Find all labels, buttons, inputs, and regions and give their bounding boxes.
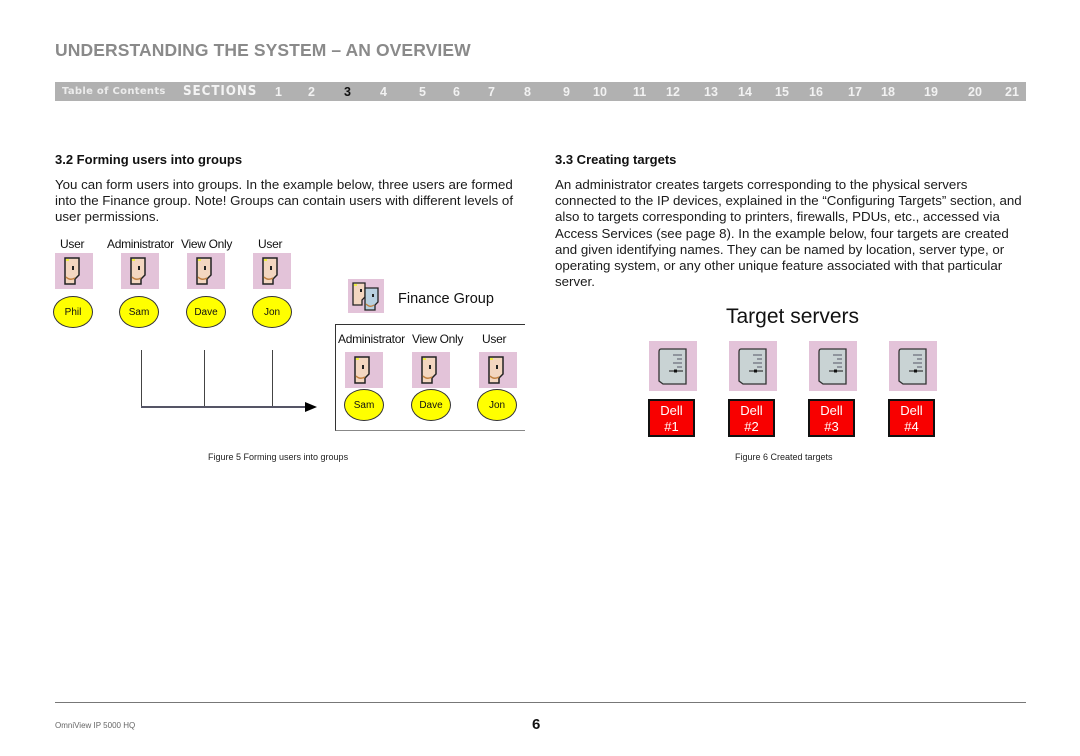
target-label-dell-2: Dell #2 [728, 399, 775, 437]
role-label: View Only [412, 332, 464, 346]
user-name: Sam [128, 306, 150, 318]
user-name: Jon [488, 399, 506, 411]
section-link-17[interactable]: 17 [848, 82, 862, 101]
role-label: User [60, 237, 85, 251]
section-link-12[interactable]: 12 [666, 82, 680, 101]
table-of-contents-link[interactable]: Table of Contents [62, 82, 166, 101]
section-link-9[interactable]: 9 [563, 82, 570, 101]
server-icon [729, 341, 777, 391]
target-label-dell-1: Dell #1 [648, 399, 695, 437]
user-face-icon [55, 253, 93, 289]
role-label: User [482, 332, 507, 346]
group-title: Finance Group [398, 291, 494, 307]
section-link-3[interactable]: 3 [344, 82, 351, 101]
section-link-7[interactable]: 7 [488, 82, 495, 101]
role-label: User [258, 237, 283, 251]
section-link-20[interactable]: 20 [968, 82, 982, 101]
connector-line [204, 350, 205, 407]
section-link-13[interactable]: 13 [704, 82, 718, 101]
group-member-circle-dave: Dave [411, 389, 451, 421]
arrow-head-icon [305, 402, 317, 412]
user-face-icon [253, 253, 291, 289]
footer-product-name: OmniView IP 5000 HQ [55, 721, 136, 730]
user-circle-sam: Sam [119, 296, 159, 328]
section-link-5[interactable]: 5 [419, 82, 426, 101]
server-icon [809, 341, 857, 391]
user-circle-jon: Jon [252, 296, 292, 328]
connector-line [141, 350, 142, 407]
section-heading-3-3: 3.3 Creating targets [555, 152, 677, 167]
user-face-icon [479, 352, 517, 388]
section-link-2[interactable]: 2 [308, 82, 315, 101]
section-heading-3-2: 3.2 Forming users into groups [55, 152, 243, 167]
page-number: 6 [532, 716, 541, 733]
section-link-18[interactable]: 18 [881, 82, 895, 101]
section-link-8[interactable]: 8 [524, 82, 531, 101]
user-name: Dave [419, 399, 443, 411]
target-name: Dell [820, 403, 843, 418]
page-title: UNDERSTANDING THE SYSTEM – AN OVERVIEW [55, 40, 471, 60]
target-number: #4 [904, 419, 919, 434]
section-link-4[interactable]: 4 [380, 82, 387, 101]
connector-line [272, 350, 273, 407]
section-body-3-3: An administrator creates targets corresp… [555, 177, 1022, 290]
connector-line [141, 406, 309, 408]
section-link-14[interactable]: 14 [738, 82, 752, 101]
target-name: Dell [900, 403, 923, 418]
section-link-16[interactable]: 16 [809, 82, 823, 101]
user-name: Phil [64, 306, 82, 318]
user-name: Dave [194, 306, 218, 318]
target-number: #3 [824, 419, 839, 434]
section-link-21[interactable]: 21 [1005, 82, 1019, 101]
target-name: Dell [660, 403, 683, 418]
section-link-11[interactable]: 11 [633, 82, 646, 101]
section-body-3-2: You can form users into groups. In the e… [55, 177, 514, 225]
target-name: Dell [740, 403, 763, 418]
user-face-icon [345, 352, 383, 388]
group-member-circle-sam: Sam [344, 389, 384, 421]
server-icon [649, 341, 697, 391]
section-link-6[interactable]: 6 [453, 82, 460, 101]
user-face-icon [412, 352, 450, 388]
server-icon [889, 341, 937, 391]
section-link-15[interactable]: 15 [775, 82, 789, 101]
role-label: Administrator [338, 332, 405, 346]
user-face-icon [187, 253, 225, 289]
figure-5-caption: Figure 5 Forming users into groups [208, 452, 349, 462]
sections-label: SECTIONS [183, 84, 258, 99]
user-name: Jon [263, 306, 281, 318]
group-faces-icon [348, 279, 384, 313]
user-face-icon [121, 253, 159, 289]
figure-6-caption: Figure 6 Created targets [735, 452, 833, 462]
target-number: #2 [744, 419, 759, 434]
section-link-19[interactable]: 19 [924, 82, 938, 101]
footer-divider [55, 702, 1026, 703]
section-link-1[interactable]: 1 [275, 82, 282, 101]
role-label: Administrator [107, 237, 174, 251]
target-label-dell-3: Dell #3 [808, 399, 855, 437]
section-link-10[interactable]: 10 [593, 82, 607, 101]
target-number: #1 [664, 419, 679, 434]
user-circle-phil: Phil [53, 296, 93, 328]
group-member-circle-jon: Jon [477, 389, 517, 421]
user-circle-dave: Dave [186, 296, 226, 328]
role-label: View Only [181, 237, 233, 251]
section-nav-bar: Table of Contents SECTIONS 1 2 3 4 5 6 7… [55, 82, 1026, 101]
target-servers-title: Target servers [726, 305, 860, 328]
target-label-dell-4: Dell #4 [888, 399, 935, 437]
user-name: Sam [353, 399, 375, 411]
